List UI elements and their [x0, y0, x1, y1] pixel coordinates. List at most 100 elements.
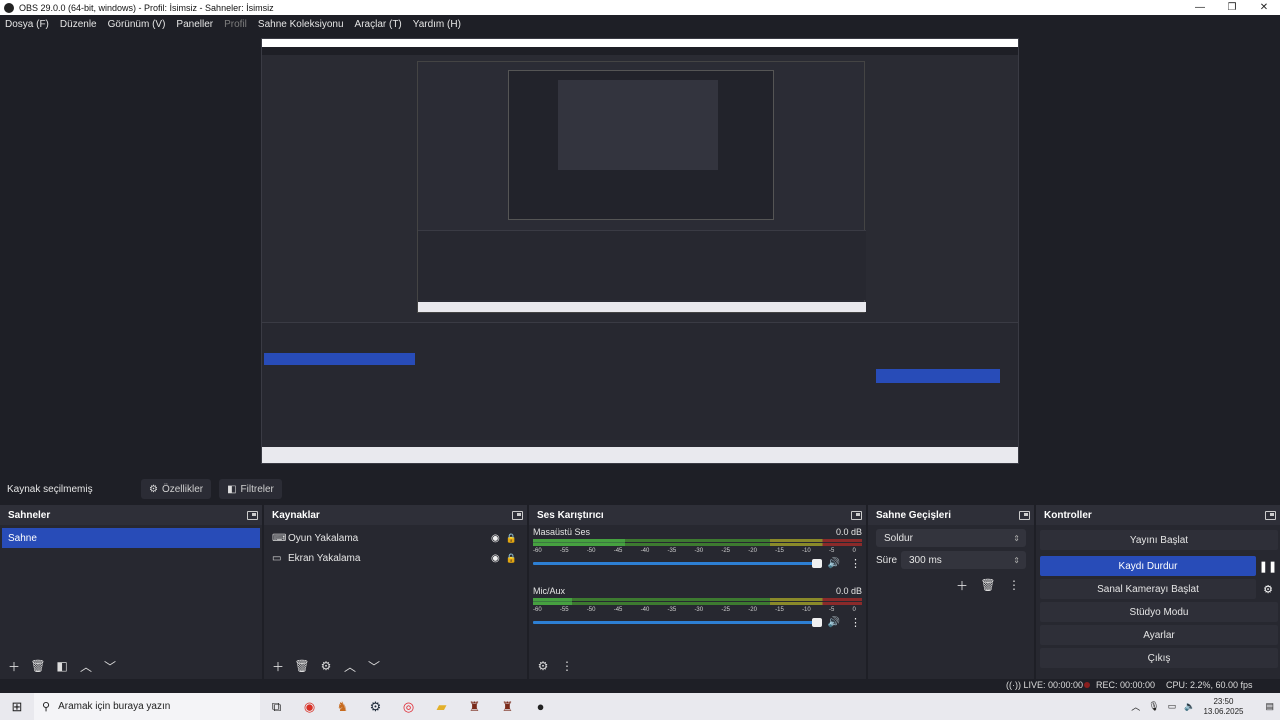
add-source-button[interactable]: ＋ [268, 656, 288, 676]
remove-transition-button[interactable]: 🗑 [978, 575, 998, 595]
exit-button[interactable]: Çıkış [1040, 648, 1278, 668]
visibility-eye-icon[interactable]: ◉ [491, 553, 500, 564]
preview-scene-highlight [264, 353, 415, 365]
visibility-eye-icon[interactable]: ◉ [491, 533, 500, 544]
menu-bar: Dosya (F) Düzenle Görünüm (V) Paneller P… [0, 15, 1280, 33]
sources-header: Kaynaklar [264, 505, 527, 525]
source-item-label: Ekran Yakalama [288, 552, 361, 564]
menu-docks[interactable]: Paneller [171, 19, 219, 30]
tray-chevron-icon[interactable]: ︿ [1131, 700, 1140, 713]
transition-menu-button[interactable]: ⋮ [1004, 575, 1024, 595]
duration-spinbox[interactable]: 300 ms ⇕ [901, 551, 1026, 569]
stop-recording-button[interactable]: Kaydı Durdur [1040, 556, 1256, 576]
scene-filters-button[interactable]: ◧ [52, 656, 72, 676]
filters-label: Filtreler [240, 483, 274, 495]
file-explorer-icon[interactable]: ▰ [425, 693, 458, 720]
duration-value: 300 ms [909, 554, 942, 566]
move-scene-up-button[interactable]: ︿ [76, 656, 96, 676]
taskbar-search-text: Aramak için buraya yazın [58, 701, 171, 712]
filters-button[interactable]: ◧ Filtreler [219, 479, 282, 499]
float-dock-icon[interactable] [851, 510, 862, 520]
menu-help[interactable]: Yardım (H) [408, 19, 467, 30]
game-app-icon-2[interactable]: ♜ [458, 693, 491, 720]
menu-scene-collection[interactable]: Sahne Koleksiyonu [253, 19, 350, 30]
source-properties-button[interactable]: ⚙ [316, 656, 336, 676]
docks-row: Sahneler Sahne ＋ 🗑 ◧ ︿ ﹀ Kaynaklar ⌨ Oyu… [0, 505, 1280, 679]
menu-edit[interactable]: Düzenle [55, 19, 103, 30]
obs-taskbar-icon[interactable]: ● [524, 693, 557, 720]
spin-arrows-icon[interactable]: ⇕ [1013, 556, 1020, 565]
meter-scale: -60 -55 -50 -45 -40 -35 -30 -25 -20 -15 -10 -5 0 [533, 548, 856, 554]
transition-select[interactable]: Soldur ⇕ [876, 529, 1026, 547]
microphone-icon[interactable]: 🎙 [1148, 701, 1159, 712]
taskbar-clock[interactable]: 23:50 13.06.2025 [1203, 697, 1243, 717]
volume-icon[interactable]: 🔈 [1184, 701, 1195, 712]
move-source-down-button[interactable]: ﹀ [364, 656, 384, 676]
start-streaming-button[interactable]: Yayını Başlat [1040, 530, 1278, 550]
source-item[interactable]: ▭ Ekran Yakalama ◉ 🔒 [264, 548, 527, 568]
speaker-icon[interactable]: 🔊 [828, 617, 840, 628]
add-transition-button[interactable]: ＋ [952, 575, 972, 595]
minimize-button[interactable]: — [1184, 2, 1216, 13]
float-dock-icon[interactable] [247, 510, 258, 520]
windows-start-icon[interactable]: ⊞ [0, 699, 34, 715]
controls-header: Kontroller [1036, 505, 1280, 525]
close-button[interactable]: ✕ [1248, 2, 1280, 13]
transition-value: Soldur [884, 532, 913, 544]
pause-icon[interactable]: ❚❚ [1258, 556, 1278, 576]
float-dock-icon[interactable] [512, 510, 523, 520]
steam-icon[interactable]: ⚙ [359, 693, 392, 720]
meter-scale: -60 -55 -50 -45 -40 -35 -30 -25 -20 -15 -10 -5 0 [533, 607, 856, 613]
sources-title: Kaynaklar [272, 509, 320, 521]
notification-icon[interactable]: ▤ [1265, 701, 1274, 712]
task-view-icon[interactable]: ⧉ [260, 693, 293, 720]
source-toolbar: Kaynak seçilmemiş ⚙ Özellikler ◧ Filtrel… [0, 476, 1280, 502]
gear-icon: ⚙ [149, 483, 158, 495]
move-source-up-button[interactable]: ︿ [340, 656, 360, 676]
more-options-icon[interactable]: ⋮ [850, 557, 862, 570]
float-dock-icon[interactable] [1265, 510, 1276, 520]
channel-name: Mic/Aux [533, 586, 566, 596]
opera-icon[interactable]: ◎ [392, 693, 425, 720]
taskbar-search[interactable]: ⚲ Aramak için buraya yazın [34, 693, 260, 720]
volume-slider[interactable] [533, 559, 822, 568]
cpu-status: CPU: 2.2%, 60.00 fps [1166, 680, 1253, 690]
preview-nested-canvas-inner [558, 80, 718, 170]
program-preview[interactable] [261, 38, 1019, 464]
source-item[interactable]: ⌨ Oyun Yakalama ◉ 🔒 [264, 528, 527, 548]
move-scene-down-button[interactable]: ﹀ [100, 656, 120, 676]
scene-item-label: Sahne [8, 532, 37, 544]
add-scene-button[interactable]: ＋ [4, 656, 24, 676]
preview-nested-menubar [262, 47, 1018, 55]
lock-icon[interactable]: 🔒 [506, 533, 517, 544]
gamepad-icon: ⌨ [272, 532, 287, 544]
preview-nested-taskbar [418, 302, 866, 312]
obs-app-icon [4, 2, 14, 13]
remove-source-button[interactable]: 🗑 [292, 656, 312, 676]
mixer-menu-button[interactable]: ⋮ [557, 656, 577, 676]
volume-slider[interactable] [533, 618, 822, 627]
speaker-icon[interactable]: 🔊 [828, 558, 840, 569]
game-app-icon-3[interactable]: ♜ [491, 693, 524, 720]
studio-mode-button[interactable]: Stüdyo Modu [1040, 602, 1278, 622]
game-app-icon[interactable]: ♞ [326, 693, 359, 720]
network-icon[interactable]: ▭ [1168, 701, 1177, 712]
menu-file[interactable]: Dosya (F) [0, 19, 55, 30]
start-virtual-camera-button[interactable]: Sanal Kamerayı Başlat [1040, 579, 1256, 599]
more-options-icon[interactable]: ⋮ [850, 616, 862, 629]
float-dock-icon[interactable] [1019, 510, 1030, 520]
restore-button[interactable]: ❐ [1216, 2, 1248, 13]
remove-scene-button[interactable]: 🗑 [28, 656, 48, 676]
settings-button[interactable]: Ayarlar [1040, 625, 1278, 645]
windows-taskbar: ⊞ ⚲ Aramak için buraya yazın ⧉ ◉ ♞ ⚙ ◎ ▰… [0, 693, 1280, 720]
gear-icon[interactable]: ⚙ [1258, 579, 1278, 599]
scene-item[interactable]: Sahne [2, 528, 260, 548]
advanced-audio-settings-button[interactable]: ⚙ [533, 656, 553, 676]
menu-tools[interactable]: Araçlar (T) [350, 19, 408, 30]
properties-button[interactable]: ⚙ Özellikler [141, 479, 212, 499]
chrome-icon[interactable]: ◉ [293, 693, 326, 720]
lock-icon[interactable]: 🔒 [506, 553, 517, 564]
menu-view[interactable]: Görünüm (V) [103, 19, 172, 30]
rec-status: REC: 00:00:00 [1084, 680, 1155, 690]
menu-profile[interactable]: Profil [219, 19, 253, 30]
